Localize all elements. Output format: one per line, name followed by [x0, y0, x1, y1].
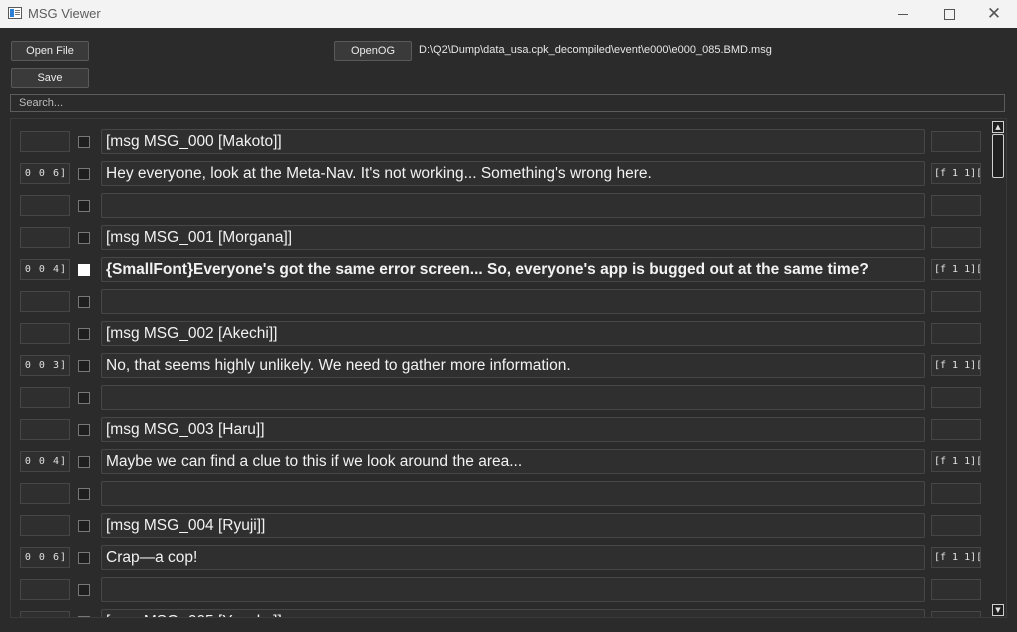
row-tag-field[interactable] — [931, 483, 981, 504]
row-checkbox[interactable] — [78, 520, 90, 532]
row-id-field[interactable] — [20, 227, 70, 248]
row-tag-field[interactable] — [931, 291, 981, 312]
row-checkbox[interactable] — [78, 360, 90, 372]
message-row: [msg MSG_002 [Akechi]] — [11, 320, 991, 348]
minimize-icon — [898, 13, 908, 15]
row-text-field[interactable] — [101, 577, 925, 602]
row-id-field[interactable]: 1 2 0 0 4] — [20, 259, 70, 280]
row-text-field[interactable]: No, that seems highly unlikely. We need … — [101, 353, 925, 378]
row-checkbox[interactable] — [78, 552, 90, 564]
message-row — [11, 384, 991, 412]
message-row: [msg MSG_000 [Makoto]] — [11, 128, 991, 156]
row-tag-field[interactable] — [931, 579, 981, 600]
row-text-field[interactable]: {SmallFont}Everyone's got the same error… — [101, 257, 925, 282]
row-checkbox[interactable] — [78, 264, 90, 276]
open-file-button[interactable]: Open File — [11, 41, 89, 61]
row-text-field[interactable]: [msg MSG_005 [Yusuke]] — [101, 609, 925, 617]
row-id-field[interactable]: 1 1 0 0 4] — [20, 451, 70, 472]
row-text-field[interactable]: Hey everyone, look at the Meta-Nav. It's… — [101, 161, 925, 186]
message-row — [11, 288, 991, 316]
row-tag-field[interactable] — [931, 227, 981, 248]
message-row: 1 1 0 0 4] Maybe we can find a clue to th… — [11, 448, 991, 476]
row-tag-field[interactable]: [f 1 1][e] — [931, 451, 981, 472]
row-id-field[interactable] — [20, 323, 70, 344]
row-checkbox[interactable] — [78, 232, 90, 244]
message-row: 1 1 0 0 3] No, that seems highly unlikely… — [11, 352, 991, 380]
maximize-button[interactable] — [926, 0, 972, 28]
row-checkbox[interactable] — [78, 424, 90, 436]
row-tag-field[interactable] — [931, 419, 981, 440]
row-id-field[interactable] — [20, 387, 70, 408]
row-id-field[interactable]: 1 2 0 0 6] — [20, 547, 70, 568]
row-tag-field[interactable] — [931, 131, 981, 152]
message-row — [11, 192, 991, 220]
row-tag-field[interactable] — [931, 387, 981, 408]
message-row: [msg MSG_003 [Haru]] — [11, 416, 991, 444]
scroll-up-arrow-icon[interactable]: ▲ — [992, 121, 1004, 133]
row-checkbox[interactable] — [78, 136, 90, 148]
row-id-field[interactable] — [20, 483, 70, 504]
row-text-field[interactable] — [101, 481, 925, 506]
row-text-field[interactable]: [msg MSG_003 [Haru]] — [101, 417, 925, 442]
row-text-field[interactable]: Maybe we can find a clue to this if we l… — [101, 449, 925, 474]
row-id-field[interactable] — [20, 131, 70, 152]
close-icon: ✕ — [986, 3, 1002, 24]
save-button[interactable]: Save — [11, 68, 89, 88]
row-text-field[interactable]: Crap—a cop! — [101, 545, 925, 570]
row-tag-field[interactable] — [931, 515, 981, 536]
row-id-field[interactable]: 1 2 0 0 6] — [20, 163, 70, 184]
row-checkbox[interactable] — [78, 392, 90, 404]
row-text-field[interactable] — [101, 193, 925, 218]
row-tag-field[interactable]: [f 1 1][e] — [931, 163, 981, 184]
row-tag-field[interactable]: [f 1 1][e] — [931, 547, 981, 568]
row-checkbox[interactable] — [78, 456, 90, 468]
row-text-field[interactable]: [msg MSG_001 [Morgana]] — [101, 225, 925, 250]
scrollbar-thumb[interactable] — [992, 134, 1004, 178]
row-checkbox[interactable] — [78, 488, 90, 500]
row-text-field[interactable]: [msg MSG_004 [Ryuji]] — [101, 513, 925, 538]
row-checkbox[interactable] — [78, 200, 90, 212]
row-id-field[interactable] — [20, 419, 70, 440]
maximize-icon — [943, 8, 955, 20]
vertical-scrollbar[interactable]: ▲ ▼ — [991, 119, 1006, 617]
row-checkbox[interactable] — [78, 296, 90, 308]
message-row: 1 2 0 0 6] Crap—a cop! [f 1 1][e] — [11, 544, 991, 572]
row-id-field[interactable] — [20, 579, 70, 600]
message-row — [11, 480, 991, 508]
scroll-down-arrow-icon[interactable]: ▼ — [992, 604, 1004, 616]
row-checkbox[interactable] — [78, 616, 90, 617]
row-id-field[interactable] — [20, 291, 70, 312]
row-id-field[interactable] — [20, 611, 70, 617]
row-id-field[interactable]: 1 1 0 0 3] — [20, 355, 70, 376]
row-tag-field[interactable]: [f 1 1][e] — [931, 259, 981, 280]
title-bar: MSG Viewer ✕ — [0, 0, 1017, 28]
message-row: [msg MSG_001 [Morgana]] — [11, 224, 991, 252]
row-text-field[interactable]: [msg MSG_000 [Makoto]] — [101, 129, 925, 154]
row-tag-field[interactable] — [931, 611, 981, 617]
row-tag-field[interactable] — [931, 195, 981, 216]
file-path-label: D:\Q2\Dump\data_usa.cpk_decompiled\event… — [419, 44, 772, 56]
minimize-button[interactable] — [880, 0, 926, 28]
message-row: [msg MSG_004 [Ryuji]] — [11, 512, 991, 540]
app-window-icon — [8, 7, 22, 19]
message-row — [11, 576, 991, 604]
window-title: MSG Viewer — [28, 6, 101, 21]
message-row: 1 2 0 0 6] Hey everyone, look at the Meta… — [11, 160, 991, 188]
row-tag-field[interactable]: [f 1 1][e] — [931, 355, 981, 376]
message-row: 1 2 0 0 4] {SmallFont}Everyone's got the … — [11, 256, 991, 284]
row-id-field[interactable] — [20, 515, 70, 536]
row-checkbox[interactable] — [78, 328, 90, 340]
row-id-field[interactable] — [20, 195, 70, 216]
row-tag-field[interactable] — [931, 323, 981, 344]
close-button[interactable]: ✕ — [971, 0, 1017, 28]
row-text-field[interactable]: [msg MSG_002 [Akechi]] — [101, 321, 925, 346]
open-og-button[interactable]: OpenOG — [334, 41, 412, 61]
row-checkbox[interactable] — [78, 584, 90, 596]
search-input[interactable] — [10, 94, 1005, 112]
row-text-field[interactable] — [101, 289, 925, 314]
row-checkbox[interactable] — [78, 168, 90, 180]
row-text-field[interactable] — [101, 385, 925, 410]
message-row: [msg MSG_005 [Yusuke]] — [11, 608, 991, 617]
message-list[interactable]: [msg MSG_000 [Makoto]] 1 2 0 0 6] Hey ever… — [10, 118, 1007, 618]
